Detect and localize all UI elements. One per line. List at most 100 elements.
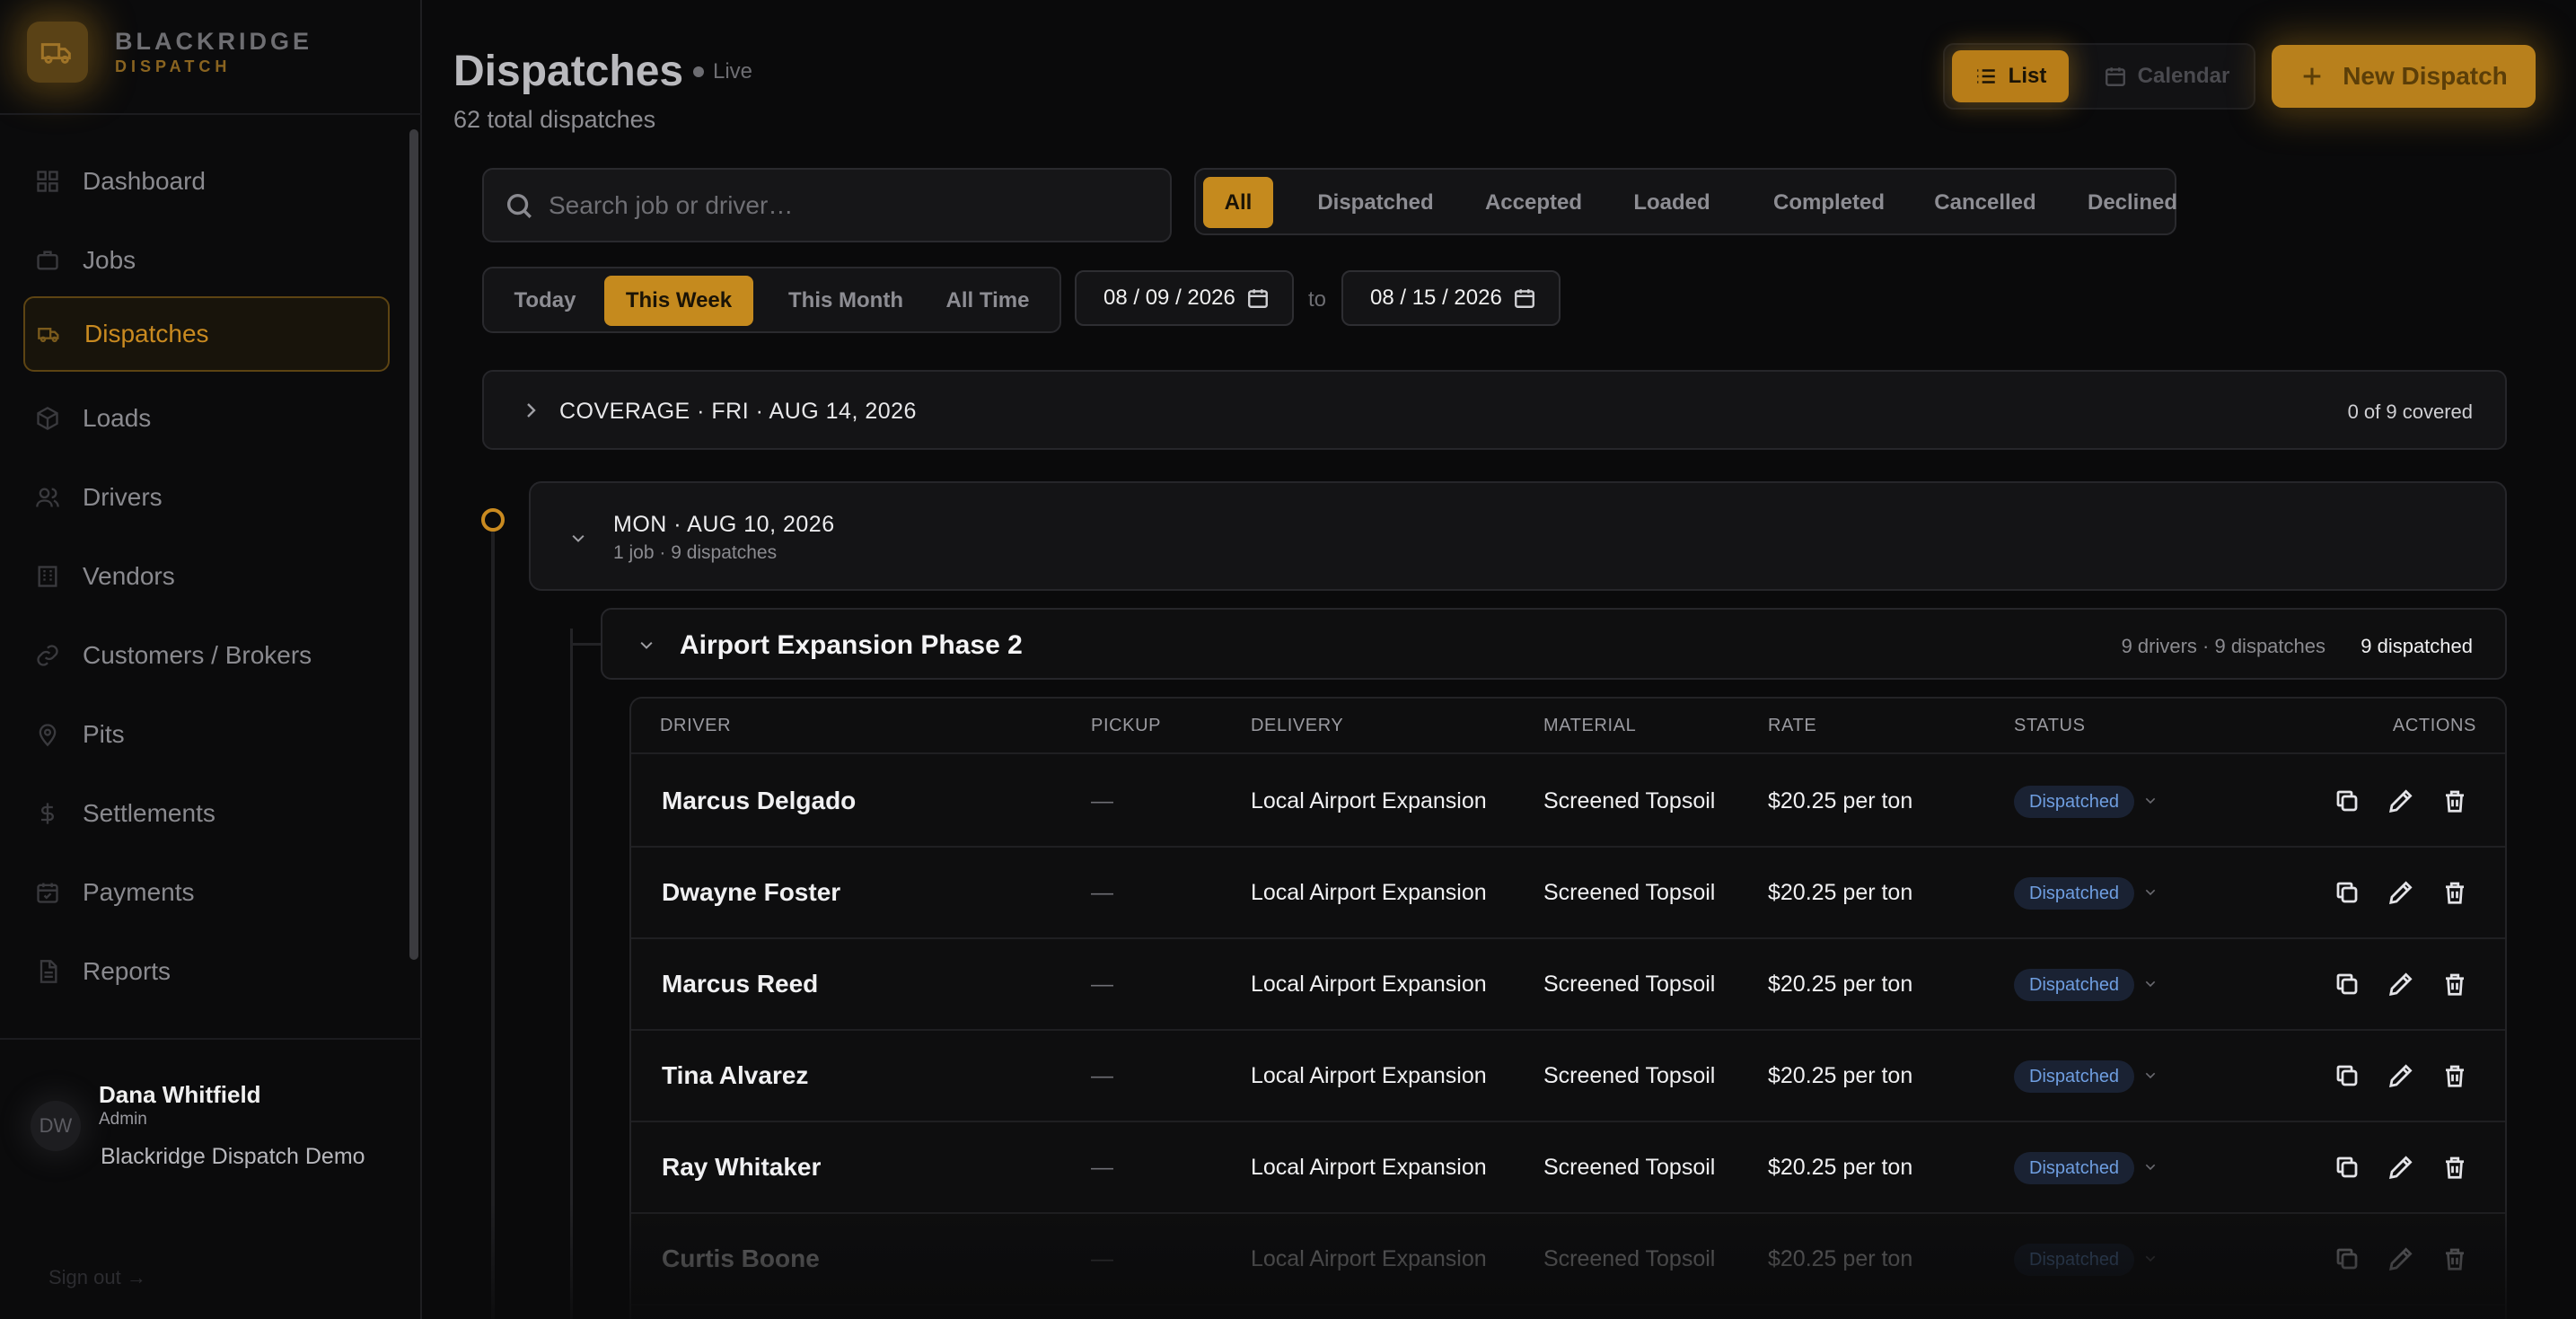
sidebar-item-settlements[interactable]: Settlements xyxy=(23,776,390,851)
column-header-rate: RATE xyxy=(1768,716,1817,735)
delete-button[interactable] xyxy=(2441,1245,2470,1274)
delete-button[interactable] xyxy=(2441,879,2470,908)
users-icon xyxy=(34,484,61,511)
user-name: Dana Whitfield xyxy=(99,1081,261,1108)
table-row[interactable]: Marcus Reed — Local Airport Expansion Scree… xyxy=(631,939,2505,1031)
calendar-view-button[interactable]: Calendar xyxy=(2090,50,2243,102)
delete-button[interactable] xyxy=(2441,1154,2470,1183)
status-badge[interactable]: Dispatched xyxy=(2014,1152,2135,1184)
driver-name: Ray Whitaker xyxy=(662,1153,822,1181)
edit-button[interactable] xyxy=(2387,1062,2416,1091)
chevron-down-icon[interactable] xyxy=(2143,1160,2158,1174)
edit-button[interactable] xyxy=(2387,1154,2416,1183)
sidebar-item-label: Dispatches xyxy=(84,320,209,347)
table-row[interactable]: Marcus Delgado — Local Airport Expansion Sc… xyxy=(631,756,2505,848)
date-from-value: 08 / 09 / 2026 xyxy=(1103,286,1235,310)
pickup-cell: — xyxy=(1091,1155,1113,1180)
driver-name: Curtis Boone xyxy=(662,1244,820,1272)
avatar: DW xyxy=(31,1101,81,1151)
duplicate-button[interactable] xyxy=(2334,879,2362,908)
sidebar-item-drivers[interactable]: Drivers xyxy=(23,460,390,535)
rate-cell: $20.25 per ton xyxy=(1768,972,1913,997)
table-row[interactable]: Dwayne Foster — Local Airport Expansion Scr… xyxy=(631,848,2505,939)
trash-icon xyxy=(2441,790,2468,818)
dispatch-table: DRIVER PICKUP DELIVERY MATERIAL RATE STA… xyxy=(629,697,2507,1319)
tab-completed[interactable]: Completed xyxy=(1744,177,1914,228)
search-input[interactable] xyxy=(549,170,1159,241)
tab-cancelled[interactable]: Cancelled xyxy=(1903,177,2067,228)
driver-name: Tina Alvarez xyxy=(662,1061,809,1089)
duplicate-button[interactable] xyxy=(2334,1154,2362,1183)
status-badge[interactable]: Dispatched xyxy=(2014,1244,2135,1276)
rate-cell: $20.25 per ton xyxy=(1768,1246,1913,1271)
sidebar-item-dashboard[interactable]: Dashboard xyxy=(23,144,390,219)
table-row[interactable]: Ray Whitaker — Local Airport Expansion Scre… xyxy=(631,1122,2505,1214)
job-group-header[interactable]: Airport Expansion Phase 2 9 drivers · 9 … xyxy=(601,608,2507,680)
sidebar-item-jobs[interactable]: Jobs xyxy=(23,223,390,298)
sidebar-item-label: Drivers xyxy=(83,483,163,511)
sidebar-item-customers-brokers[interactable]: Customers / Brokers xyxy=(23,618,390,693)
material-cell: Screened Topsoil xyxy=(1543,1063,1716,1088)
duplicate-button[interactable] xyxy=(2334,1245,2362,1274)
edit-button[interactable] xyxy=(2387,787,2416,816)
coverage-panel[interactable]: COVERAGE · FRI · AUG 14, 2026 0 of 9 cov… xyxy=(482,370,2507,450)
delete-button[interactable] xyxy=(2441,787,2470,816)
status-badge[interactable]: Dispatched xyxy=(2014,1060,2135,1093)
list-view-label: List xyxy=(2008,64,2047,88)
sidebar-item-label: Loads xyxy=(83,404,152,432)
tab-loaded[interactable]: Loaded xyxy=(1607,177,1736,228)
sign-out-link[interactable]: Sign out → xyxy=(48,1266,146,1289)
chevron-down-icon[interactable] xyxy=(2143,977,2158,991)
tab-declined[interactable]: Declined xyxy=(2051,177,2214,228)
edit-button[interactable] xyxy=(2387,971,2416,999)
table-row[interactable]: Tina Alvarez — Local Airport Expansion Scre… xyxy=(631,1031,2505,1122)
tab-dispatched[interactable]: Dispatched xyxy=(1286,177,1465,228)
rate-cell: $20.25 per ton xyxy=(1768,788,1913,813)
day-group-header[interactable]: MON · AUG 10, 2026 1 job · 9 dispatches xyxy=(529,481,2507,591)
chevron-down-icon[interactable] xyxy=(2143,885,2158,900)
chevron-down-icon[interactable] xyxy=(2143,794,2158,808)
duplicate-button[interactable] xyxy=(2334,971,2362,999)
date-from-field[interactable]: 08 / 09 / 2026 xyxy=(1075,270,1294,326)
sidebar-item-loads[interactable]: Loads xyxy=(23,381,390,456)
sidebar-item-payments[interactable]: Payments xyxy=(23,855,390,930)
range-this-month[interactable]: This Month xyxy=(769,276,922,326)
status-badge[interactable]: Dispatched xyxy=(2014,969,2135,1001)
duplicate-button[interactable] xyxy=(2334,1062,2362,1091)
user-org: Blackridge Dispatch Demo xyxy=(101,1144,365,1169)
tab-all[interactable]: All xyxy=(1203,177,1273,228)
date-to-field[interactable]: 08 / 15 / 2026 xyxy=(1341,270,1561,326)
brand[interactable]: BLACKRIDGE DISPATCH xyxy=(27,22,312,83)
divider xyxy=(0,1038,422,1040)
sidebar-scrollbar[interactable] xyxy=(409,129,418,960)
list-view-button[interactable]: List xyxy=(1952,50,2069,102)
range-all-time[interactable]: All Time xyxy=(929,276,1046,326)
sidebar-item-pits[interactable]: Pits xyxy=(23,697,390,772)
chevron-down-icon[interactable] xyxy=(2143,1252,2158,1266)
column-header-driver: DRIVER xyxy=(660,716,732,735)
calendar-icon[interactable] xyxy=(1246,286,1270,310)
pencil-icon xyxy=(2387,972,2414,1001)
status-badge[interactable]: Dispatched xyxy=(2014,877,2135,910)
edit-button[interactable] xyxy=(2387,879,2416,908)
chevron-down-icon[interactable] xyxy=(2143,1068,2158,1083)
range-this-week[interactable]: This Week xyxy=(604,276,753,326)
sidebar-item-dispatches[interactable]: Dispatches xyxy=(23,296,390,372)
edit-button[interactable] xyxy=(2387,1245,2416,1274)
duplicate-button[interactable] xyxy=(2334,787,2362,816)
sidebar-item-vendors[interactable]: Vendors xyxy=(23,539,390,614)
delete-button[interactable] xyxy=(2441,971,2470,999)
calendar-icon[interactable] xyxy=(1513,286,1536,310)
date-to-value: 08 / 15 / 2026 xyxy=(1370,286,1502,310)
sidebar-item-label: Jobs xyxy=(83,246,136,274)
status-badge[interactable]: Dispatched xyxy=(2014,786,2135,818)
range-today[interactable]: Today xyxy=(500,276,590,326)
tab-accepted[interactable]: Accepted xyxy=(1465,177,1602,228)
table-row[interactable]: Curtis Boone — Local Airport Expansion Scre… xyxy=(631,1214,2505,1306)
pickup-cell: — xyxy=(1091,972,1113,997)
new-dispatch-button[interactable]: New Dispatch xyxy=(2272,45,2536,108)
delete-button[interactable] xyxy=(2441,1062,2470,1091)
copy-icon xyxy=(2334,973,2361,1001)
box-icon xyxy=(34,405,61,432)
pencil-icon xyxy=(2387,1247,2414,1276)
